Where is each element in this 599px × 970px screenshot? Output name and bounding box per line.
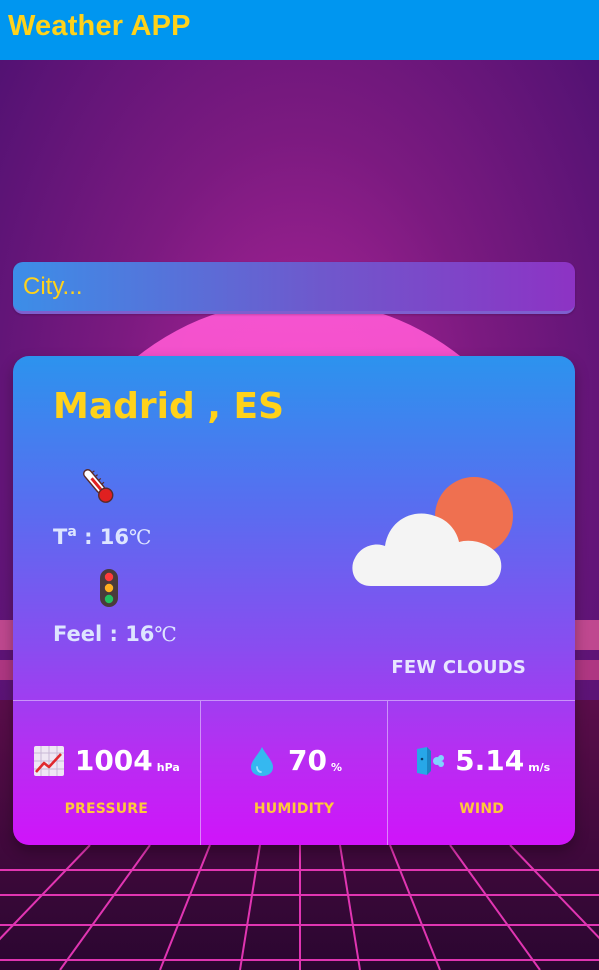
app-header: Weather APP xyxy=(0,0,599,60)
app-title: Weather APP xyxy=(8,10,191,42)
few-clouds-icon xyxy=(352,477,513,586)
feels-like-reading: Feel : 16℃ xyxy=(53,622,177,646)
thermometer-icon xyxy=(83,469,114,503)
water-drop-icon xyxy=(251,747,273,776)
traffic-light-icon xyxy=(100,569,118,607)
wind-icon xyxy=(417,747,445,775)
humidity-label: HUMIDITY xyxy=(253,801,335,817)
weather-card: Madrid , ES Ta : 16℃ Feel : 16℃ FEW CLOU… xyxy=(13,356,575,845)
weather-stats: 1004 hPa PRESSURE 70 % HUMIDITY 5.14 m/s… xyxy=(13,700,575,845)
city-search-box[interactable] xyxy=(13,262,575,314)
pressure-stat: 1004 hPa PRESSURE xyxy=(13,701,200,845)
weather-description: FEW CLOUDS xyxy=(391,657,526,678)
temperature-reading: Ta : 16℃ xyxy=(53,524,152,549)
humidity-stat: 70 % HUMIDITY xyxy=(199,701,388,845)
city-search-input[interactable] xyxy=(13,262,575,311)
wind-stat: 5.14 m/s WIND xyxy=(387,701,575,845)
city-name: Madrid , ES xyxy=(53,386,285,427)
wind-label: WIND xyxy=(459,801,505,817)
pressure-label: PRESSURE xyxy=(64,801,149,817)
pressure-chart-icon xyxy=(33,746,64,776)
